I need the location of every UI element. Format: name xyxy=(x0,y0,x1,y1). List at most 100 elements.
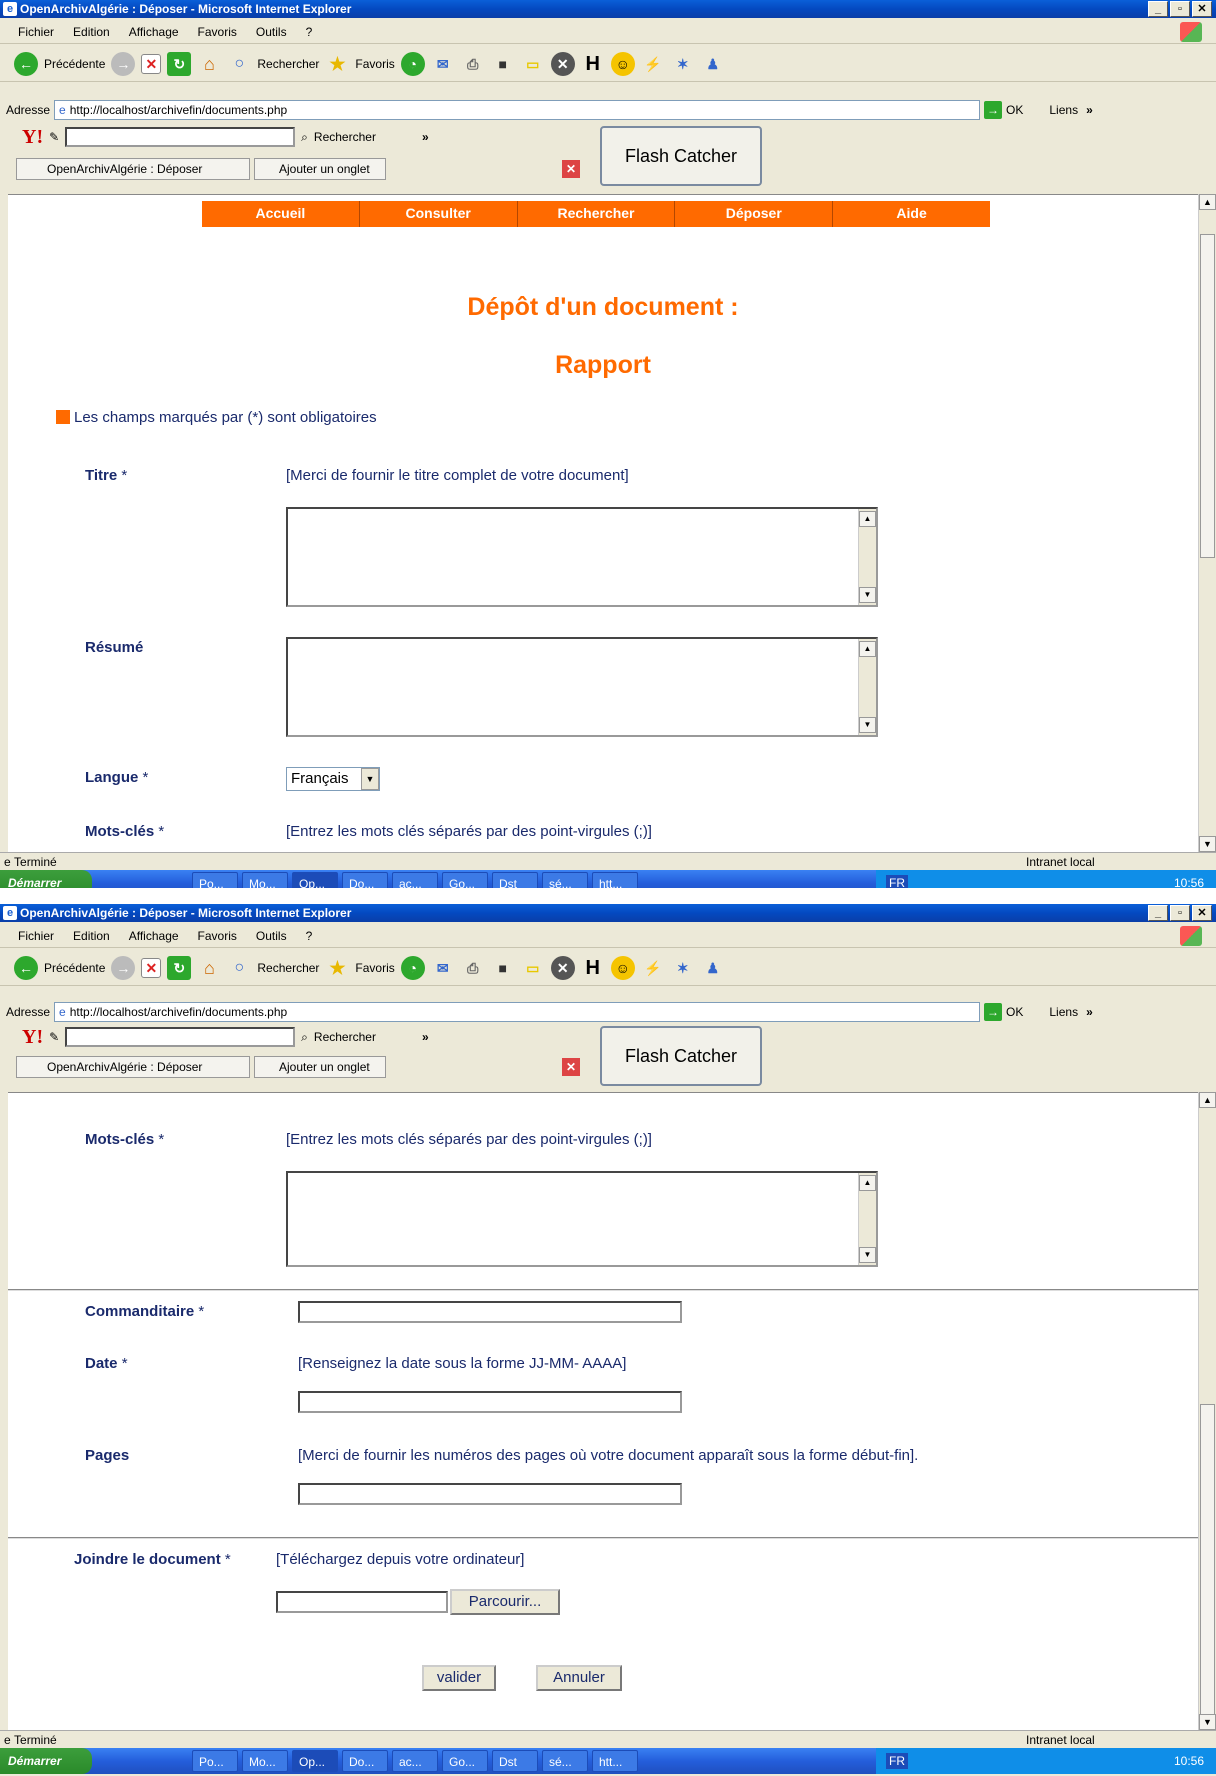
menu-favoris[interactable]: Favoris xyxy=(198,25,237,39)
pencil-icon[interactable]: ✎ xyxy=(49,130,59,144)
date-input[interactable] xyxy=(298,1391,682,1413)
nav-consulter[interactable]: Consulter xyxy=(360,201,518,227)
titre-textarea[interactable]: ▲ ▼ xyxy=(286,507,878,607)
menu-outils[interactable]: Outils xyxy=(256,929,287,943)
links-button[interactable]: Liens xyxy=(1049,103,1078,117)
back-arrow-icon[interactable]: ← xyxy=(14,955,38,980)
task-op[interactable]: Op... xyxy=(292,872,338,888)
tab-openarchiv[interactable]: OpenArchivAlgérie : Déposer xyxy=(16,158,250,180)
task-go[interactable]: Go... xyxy=(442,1750,488,1772)
scroll-down-icon[interactable]: ▼ xyxy=(1199,836,1216,852)
stop-icon[interactable]: ✕ xyxy=(141,957,162,978)
x-circle-icon[interactable]: ✕ xyxy=(550,51,575,76)
langue-select[interactable]: Français ▼ xyxy=(286,767,380,791)
textarea-scrollbar[interactable]: ▲ ▼ xyxy=(858,639,876,735)
search-icon[interactable]: ⌕ xyxy=(301,130,308,145)
task-op[interactable]: Op... xyxy=(292,1750,338,1772)
task-htt[interactable]: htt... xyxy=(592,1750,638,1772)
close-tab-icon[interactable]: ✕ xyxy=(562,1058,580,1076)
close-button[interactable]: ✕ xyxy=(1192,905,1212,921)
print-icon[interactable]: ⎙ xyxy=(461,956,485,980)
flash-catcher-button[interactable]: Flash Catcher xyxy=(600,1026,762,1086)
star-icon[interactable]: ★ xyxy=(325,52,349,76)
yahoo-search-button[interactable]: Rechercher xyxy=(314,130,376,144)
go-button[interactable]: OK xyxy=(1006,103,1023,117)
menu-fichier[interactable]: Fichier xyxy=(18,25,54,39)
scroll-down-icon[interactable]: ▼ xyxy=(859,1247,876,1263)
scroll-down-icon[interactable]: ▼ xyxy=(859,587,876,603)
edit-icon[interactable]: ■ xyxy=(491,52,515,76)
motscles-textarea[interactable]: ▲ ▼ xyxy=(286,1171,878,1267)
menu-fichier[interactable]: Fichier xyxy=(18,929,54,943)
start-button[interactable]: Démarrer xyxy=(0,870,92,888)
flash-icon[interactable]: ⚡ xyxy=(641,956,665,980)
h-icon[interactable]: H xyxy=(581,956,605,980)
flash-icon[interactable]: ⚡ xyxy=(641,52,665,76)
pages-input[interactable] xyxy=(298,1483,682,1505)
chevron-right-icon[interactable]: » xyxy=(422,1030,429,1044)
textarea-scrollbar[interactable]: ▲ ▼ xyxy=(858,509,876,605)
history-icon[interactable]: ◔ xyxy=(400,51,425,76)
minimize-button[interactable]: _ xyxy=(1148,1,1168,17)
task-do[interactable]: Do... xyxy=(342,872,388,888)
star-icon[interactable]: ★ xyxy=(325,956,349,980)
search-icon[interactable]: ○ xyxy=(227,956,251,980)
task-se[interactable]: sé... xyxy=(542,872,588,888)
menu-outils[interactable]: Outils xyxy=(256,25,287,39)
yahoo-logo-icon[interactable]: Y! xyxy=(22,126,43,149)
history-icon[interactable]: ◔ xyxy=(400,955,425,980)
mail-icon[interactable]: ✉ xyxy=(431,956,455,980)
task-se[interactable]: sé... xyxy=(542,1750,588,1772)
scroll-up-icon[interactable]: ▲ xyxy=(1199,194,1216,210)
search-button[interactable]: Rechercher xyxy=(257,57,319,71)
task-po[interactable]: Po... xyxy=(192,872,238,888)
search-icon[interactable]: ⌕ xyxy=(301,1030,308,1045)
scroll-thumb[interactable] xyxy=(1200,1404,1215,1718)
task-mo[interactable]: Mo... xyxy=(242,1750,288,1772)
scroll-up-icon[interactable]: ▲ xyxy=(1199,1092,1216,1108)
back-button[interactable]: Précédente xyxy=(44,961,105,975)
task-go[interactable]: Go... xyxy=(442,872,488,888)
back-button[interactable]: Précédente xyxy=(44,57,105,71)
favorites-button[interactable]: Favoris xyxy=(355,961,394,975)
yahoo-search-input[interactable] xyxy=(65,1027,296,1047)
x-circle-icon[interactable]: ✕ xyxy=(550,955,575,980)
print-icon[interactable]: ⎙ xyxy=(461,52,485,76)
file-path-input[interactable] xyxy=(276,1591,448,1613)
h-icon[interactable]: H xyxy=(581,52,605,76)
nav-rechercher[interactable]: Rechercher xyxy=(518,201,676,227)
address-field[interactable]: e http://localhost/archivefin/documents.p… xyxy=(54,1002,981,1022)
go-button[interactable]: OK xyxy=(1006,1005,1023,1019)
task-htt[interactable]: htt... xyxy=(592,872,638,888)
smiley-icon[interactable]: ☺ xyxy=(610,51,635,76)
nav-aide[interactable]: Aide xyxy=(833,201,990,227)
resume-textarea[interactable]: ▲ ▼ xyxy=(286,637,878,737)
edit-icon[interactable]: ■ xyxy=(491,956,515,980)
task-ac[interactable]: ac... xyxy=(392,1750,438,1772)
chevron-right-icon[interactable]: » xyxy=(1086,1005,1093,1019)
home-icon[interactable]: ⌂ xyxy=(197,52,221,76)
menu-edition[interactable]: Edition xyxy=(73,25,110,39)
textarea-scrollbar[interactable]: ▲ ▼ xyxy=(858,1173,876,1265)
smiley-icon[interactable]: ☺ xyxy=(610,955,635,980)
scroll-up-icon[interactable]: ▲ xyxy=(859,511,876,527)
cancel-button[interactable]: Annuler xyxy=(536,1665,622,1691)
lang-indicator[interactable]: FR xyxy=(886,1753,908,1769)
note-icon[interactable]: ▭ xyxy=(521,956,545,980)
maximize-button[interactable]: ▫ xyxy=(1170,1,1190,17)
nav-deposer[interactable]: Déposer xyxy=(675,201,834,227)
menu-edition[interactable]: Edition xyxy=(73,929,110,943)
close-button[interactable]: ✕ xyxy=(1192,1,1212,17)
task-ac[interactable]: ac... xyxy=(392,872,438,888)
stop-icon[interactable]: ✕ xyxy=(141,53,162,74)
refresh-icon[interactable]: ↻ xyxy=(167,955,192,980)
scroll-up-icon[interactable]: ▲ xyxy=(859,1175,876,1191)
mail-icon[interactable]: ✉ xyxy=(431,52,455,76)
nav-accueil[interactable]: Accueil xyxy=(202,201,360,227)
messenger-icon[interactable]: ♟ xyxy=(701,52,725,76)
task-mo[interactable]: Mo... xyxy=(242,872,288,888)
chevron-right-icon[interactable]: » xyxy=(422,130,429,144)
menu-help[interactable]: ? xyxy=(306,929,313,943)
tools-icon[interactable]: ✶ xyxy=(671,956,695,980)
yahoo-search-input[interactable] xyxy=(65,127,296,147)
